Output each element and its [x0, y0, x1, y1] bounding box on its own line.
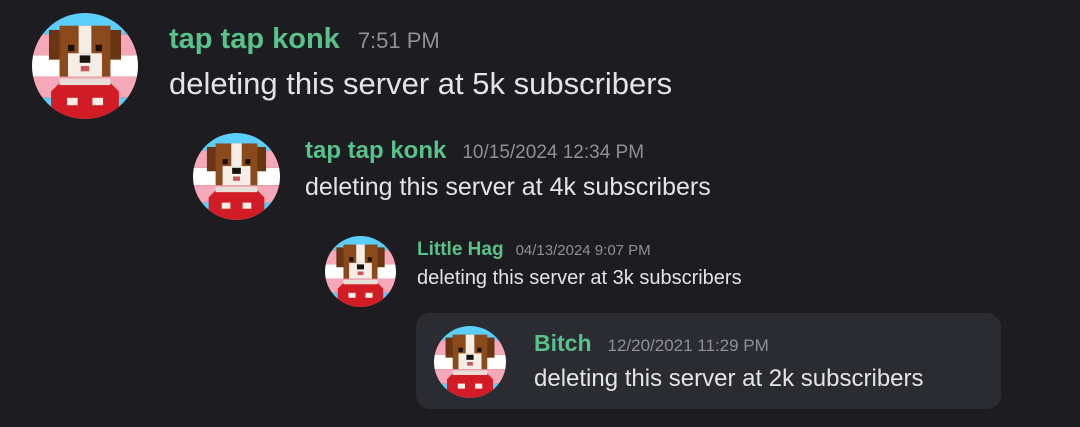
user-avatar[interactable] — [32, 13, 138, 119]
message-text: deleting this server at 3k subscribers — [417, 267, 742, 289]
timestamp: 7:51 PM — [357, 28, 440, 53]
timestamp: 12/20/2021 11:29 PM — [607, 336, 769, 355]
message-header: tap tap konk 10/15/2024 12:34 PM — [305, 137, 711, 165]
username[interactable]: Little Hag — [417, 239, 504, 261]
chat-message: tap tap konk 10/15/2024 12:34 PM deletin… — [193, 133, 711, 220]
message-header: Little Hag 04/13/2024 9:07 PM — [417, 239, 742, 261]
message-body: tap tap konk 10/15/2024 12:34 PM deletin… — [305, 137, 711, 202]
chat-screenshot: tap tap konk 7:51 PM deleting this serve… — [0, 0, 1080, 427]
chat-message: tap tap konk 7:51 PM deleting this serve… — [32, 13, 672, 119]
pixel-dog-avatar-icon — [325, 236, 396, 307]
pixel-dog-avatar-icon — [434, 326, 506, 398]
username[interactable]: Bitch — [534, 330, 592, 357]
user-avatar[interactable] — [434, 326, 506, 398]
message-body: Bitch 12/20/2021 11:29 PM deleting this … — [534, 330, 924, 393]
timestamp: 04/13/2024 9:07 PM — [515, 242, 651, 259]
pixel-dog-avatar-icon — [193, 133, 280, 220]
message-body: tap tap konk 7:51 PM deleting this serve… — [169, 23, 672, 102]
username[interactable]: tap tap konk — [169, 23, 340, 56]
timestamp: 10/15/2024 12:34 PM — [462, 142, 645, 163]
message-body: Little Hag 04/13/2024 9:07 PM deleting t… — [417, 239, 742, 290]
message-header: tap tap konk 7:51 PM — [169, 23, 672, 56]
username[interactable]: tap tap konk — [305, 137, 446, 165]
message-text: deleting this server at 4k subscribers — [305, 173, 711, 201]
chat-message: Little Hag 04/13/2024 9:07 PM deleting t… — [325, 236, 742, 307]
chat-message: Bitch 12/20/2021 11:29 PM deleting this … — [434, 326, 924, 398]
pixel-dog-avatar-icon — [32, 13, 138, 119]
user-avatar[interactable] — [193, 133, 280, 220]
user-avatar[interactable] — [325, 236, 396, 307]
message-text: deleting this server at 2k subscribers — [534, 365, 924, 392]
message-text: deleting this server at 5k subscribers — [169, 66, 673, 101]
message-header: Bitch 12/20/2021 11:29 PM — [534, 330, 924, 357]
